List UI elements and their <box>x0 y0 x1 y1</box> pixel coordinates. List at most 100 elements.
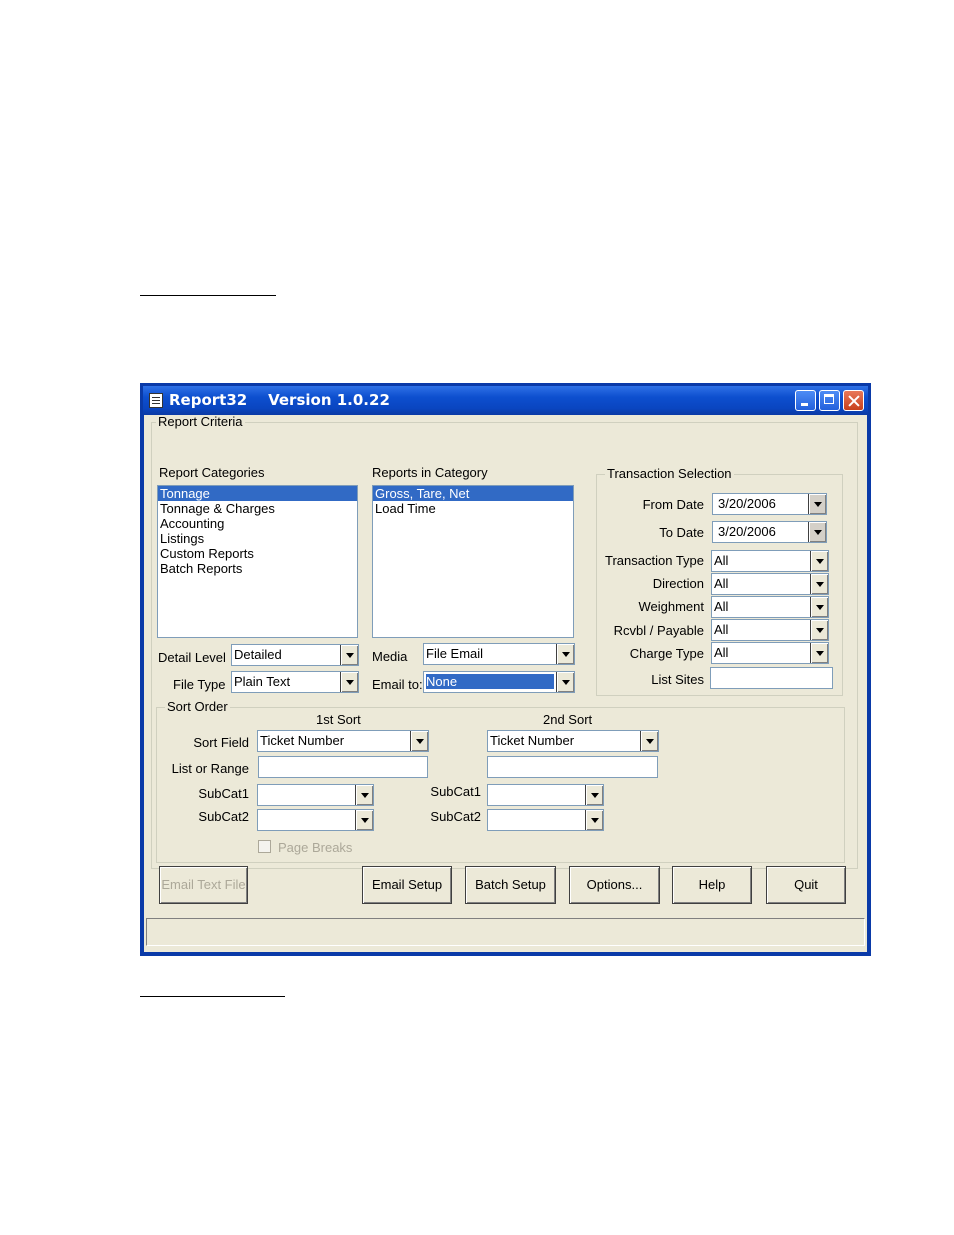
category-item-accounting[interactable]: Accounting <box>158 516 357 531</box>
to-date-value: 3/20/2006 <box>718 524 776 539</box>
first-subcat2-select[interactable] <box>257 809 374 831</box>
sort-field-label: Sort Field <box>193 735 249 750</box>
media-value: File Email <box>426 646 484 661</box>
category-item-tonnage[interactable]: Tonnage <box>158 486 357 501</box>
transaction-type-select[interactable]: All <box>711 550 829 572</box>
status-bar <box>146 918 865 946</box>
second-subcat2-label: SubCat2 <box>430 809 481 824</box>
email-to-select[interactable]: None <box>423 671 575 693</box>
detail-level-value: Detailed <box>234 647 282 662</box>
media-label: Media <box>372 649 408 664</box>
second-sort-field-select[interactable]: Ticket Number <box>487 730 659 752</box>
weighment-select[interactable]: All <box>711 596 829 618</box>
second-subcat2-select[interactable] <box>487 809 604 831</box>
page-breaks-checkbox[interactable] <box>258 840 271 853</box>
email-setup-button[interactable]: Email Setup <box>362 866 452 904</box>
category-item-batch-reports[interactable]: Batch Reports <box>158 561 357 576</box>
chevron-down-icon[interactable] <box>340 672 358 692</box>
chevron-down-icon[interactable] <box>340 645 358 665</box>
email-to-label: Email to: <box>372 677 423 692</box>
first-subcat2-label: SubCat2 <box>198 809 249 824</box>
batch-setup-button[interactable]: Batch Setup <box>465 866 556 904</box>
charge-type-value: All <box>714 645 729 660</box>
transaction-type-label: Transaction Type <box>605 553 704 568</box>
first-list-or-range-input[interactable] <box>258 756 428 778</box>
direction-select[interactable]: All <box>711 573 829 595</box>
to-date-label: To Date <box>659 525 704 540</box>
list-or-range-label: List or Range <box>171 761 249 776</box>
direction-label: Direction <box>652 576 704 591</box>
weighment-label: Weighment <box>638 599 704 614</box>
first-sort-field-select[interactable]: Ticket Number <box>257 730 429 752</box>
close-icon <box>844 391 863 410</box>
chevron-down-icon[interactable] <box>355 810 373 830</box>
chevron-down-icon[interactable] <box>810 643 828 663</box>
first-subcat1-select[interactable] <box>257 784 374 806</box>
chevron-down-icon[interactable] <box>556 644 574 664</box>
second-subcat1-label: SubCat1 <box>430 784 481 799</box>
options-button[interactable]: Options... <box>569 866 660 904</box>
category-item-listings[interactable]: Listings <box>158 531 357 546</box>
maximize-button[interactable] <box>819 390 840 411</box>
second-list-or-range-input[interactable] <box>487 756 658 778</box>
rcvbl-payable-value: All <box>714 622 729 637</box>
chevron-down-icon[interactable] <box>355 785 373 805</box>
email-text-file-button[interactable]: Email Text File <box>159 866 248 904</box>
list-sites-label: List Sites <box>651 672 704 687</box>
charge-type-select[interactable]: All <box>711 642 829 664</box>
category-item-custom-reports[interactable]: Custom Reports <box>158 546 357 561</box>
report-item-load-time[interactable]: Load Time <box>373 501 573 516</box>
title-bar[interactable]: Report32 Version 1.0.22 <box>143 386 868 414</box>
first-subcat1-label: SubCat1 <box>198 786 249 801</box>
to-date-picker[interactable]: 3/20/2006 <box>712 521 827 543</box>
app-icon <box>149 393 163 408</box>
reports-in-category-list[interactable]: Gross, Tare, Net Load Time <box>372 485 574 638</box>
file-type-value: Plain Text <box>234 674 291 689</box>
email-to-value: None <box>426 674 554 689</box>
transaction-selection-label: Transaction Selection <box>605 466 734 481</box>
report-categories-list[interactable]: Tonnage Tonnage & Charges Accounting Lis… <box>157 485 358 638</box>
client-area: Report Criteria Report Categories Tonnag… <box>144 415 867 952</box>
first-sort-header: 1st Sort <box>316 712 361 727</box>
report-item-gross-tare-net[interactable]: Gross, Tare, Net <box>373 486 573 501</box>
from-date-picker[interactable]: 3/20/2006 <box>712 493 827 515</box>
chevron-down-icon[interactable] <box>640 731 658 751</box>
from-date-label: From Date <box>642 497 704 512</box>
chevron-down-icon[interactable] <box>810 620 828 640</box>
minimize-button[interactable] <box>795 390 816 411</box>
rcvbl-payable-label: Rcvbl / Payable <box>613 623 704 638</box>
from-date-value: 3/20/2006 <box>718 496 776 511</box>
list-sites-input[interactable] <box>710 667 833 689</box>
chevron-down-icon[interactable] <box>556 672 574 692</box>
first-sort-field-value: Ticket Number <box>260 733 345 748</box>
minimize-icon <box>796 391 815 410</box>
file-type-label: File Type <box>173 677 226 692</box>
chevron-down-icon[interactable] <box>585 810 603 830</box>
chevron-down-icon[interactable] <box>410 731 428 751</box>
window-title: Report32 Version 1.0.22 <box>169 391 390 409</box>
direction-value: All <box>714 576 729 591</box>
maximize-icon <box>820 391 839 410</box>
close-button[interactable] <box>843 390 864 411</box>
heading-underline-bottom <box>140 996 285 997</box>
file-type-select[interactable]: Plain Text <box>231 671 359 693</box>
sort-order-label: Sort Order <box>165 699 230 714</box>
quit-button[interactable]: Quit <box>766 866 846 904</box>
chevron-down-icon[interactable] <box>585 785 603 805</box>
chevron-down-icon[interactable] <box>810 551 828 571</box>
page-breaks-label: Page Breaks <box>278 840 353 855</box>
detail-level-select[interactable]: Detailed <box>231 644 359 666</box>
chevron-down-icon[interactable] <box>810 597 828 617</box>
weighment-value: All <box>714 599 729 614</box>
second-sort-header: 2nd Sort <box>543 712 593 727</box>
media-select[interactable]: File Email <box>423 643 575 665</box>
second-subcat1-select[interactable] <box>487 784 604 806</box>
heading-underline-top <box>140 295 276 296</box>
category-item-tonnage-charges[interactable]: Tonnage & Charges <box>158 501 357 516</box>
calendar-dropdown-icon[interactable] <box>808 522 826 542</box>
rcvbl-payable-select[interactable]: All <box>711 619 829 641</box>
calendar-dropdown-icon[interactable] <box>808 494 826 514</box>
chevron-down-icon[interactable] <box>810 574 828 594</box>
report-criteria-label: Report Criteria <box>156 414 245 429</box>
help-button[interactable]: Help <box>672 866 752 904</box>
